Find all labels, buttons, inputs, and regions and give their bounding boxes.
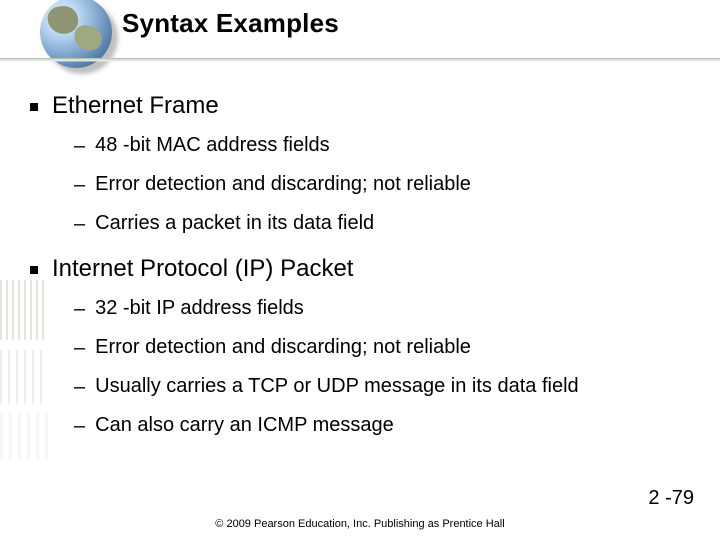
subbullet-text: Error detection and discarding; not reli… [95,332,471,362]
bullet-level2: – 48 -bit MAC address fields [74,130,690,161]
dash-icon: – [74,209,85,239]
bullet-level2: – 32 -bit IP address fields [74,293,690,324]
bullet-level2: – Usually carries a TCP or UDP message i… [74,371,690,402]
dash-icon: – [74,411,85,441]
title-divider [0,58,720,62]
slide-title: Syntax Examples [122,8,339,39]
bullet-text: Internet Protocol (IP) Packet [52,253,353,285]
subbullet-text: Carries a packet in its data field [95,208,374,238]
continent-shape [71,23,104,53]
bullet-text: Ethernet Frame [52,90,219,122]
subbullet-text: 32 -bit IP address fields [95,293,304,323]
bullet-level1: Ethernet Frame [30,90,690,122]
dash-icon: – [74,170,85,200]
subbullet-text: Can also carry an ICMP message [95,410,394,440]
copyright-text: © 2009 Pearson Education, Inc. Publishin… [0,518,720,530]
bullet-level1: Internet Protocol (IP) Packet [30,253,690,285]
bullet-level2: – Carries a packet in its data field [74,208,690,239]
page-number: 2 -79 [648,487,694,510]
bullet-level2: – Error detection and discarding; not re… [74,332,690,363]
slide: Syntax Examples Ethernet Frame – 48 -bit… [0,0,720,540]
bullet-level2: – Can also carry an ICMP message [74,410,690,441]
content-area: Ethernet Frame – 48 -bit MAC address fie… [30,86,690,441]
subbullet-text: Usually carries a TCP or UDP message in … [95,371,579,401]
subbullet-text: Error detection and discarding; not reli… [95,169,471,199]
subbullet-text: 48 -bit MAC address fields [95,130,330,160]
bullet-dot-icon [30,103,38,111]
dash-icon: – [74,372,85,402]
dash-icon: – [74,131,85,161]
dash-icon: – [74,294,85,324]
dash-icon: – [74,333,85,363]
bullet-level2: – Error detection and discarding; not re… [74,169,690,200]
bullet-dot-icon [30,266,38,274]
